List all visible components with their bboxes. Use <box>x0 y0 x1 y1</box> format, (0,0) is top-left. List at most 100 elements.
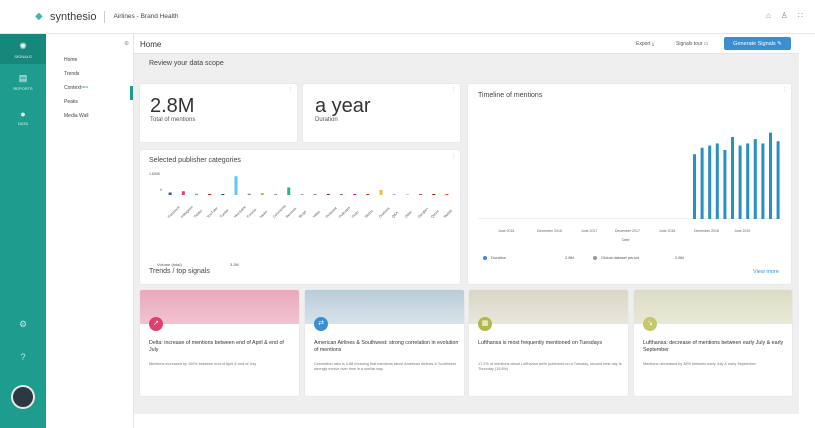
timeline-x-axis-title: Date <box>622 238 630 242</box>
export-button[interactable]: Export ⤓ <box>636 41 654 47</box>
timeline-bar <box>738 145 742 219</box>
publisher-bar <box>405 194 409 195</box>
trend-card-delta[interactable]: ↗ Delta: increase of mentions between en… <box>140 290 299 396</box>
project-title[interactable]: Airlines - Brand Health <box>113 13 178 20</box>
trend-description: 17.2% of mentions about Lufthansa were p… <box>478 362 622 371</box>
subnav-item-media-wall[interactable]: Media Wall <box>64 113 89 119</box>
timeline-x-tick: June 2016 <box>498 229 515 233</box>
timeline-bar <box>708 145 712 219</box>
rail-item-signals[interactable]: ✺ SIGNALS <box>0 34 46 64</box>
publisher-bar <box>221 194 225 195</box>
synthesio-logo-icon: ◆ <box>35 10 43 22</box>
brand-logo[interactable]: ◆ synthesio <box>35 11 96 23</box>
avatar[interactable] <box>11 385 35 409</box>
card-menu-icon[interactable]: ⋮ <box>288 87 293 93</box>
card-menu-icon[interactable]: ⋮ <box>782 87 787 93</box>
card-menu-icon[interactable]: ⋮ <box>451 87 456 93</box>
publisher-categories-card: ⋮ Selected publisher categories 1.600K 0… <box>140 150 460 284</box>
reports-icon: ▤ <box>18 73 28 83</box>
trend-card-decrease[interactable]: ↘ Lufthansa: decrease of mentions betwee… <box>634 290 792 396</box>
timeline-bar <box>746 143 750 219</box>
publisher-bar <box>366 194 370 195</box>
y-axis-zero: 0 <box>160 188 162 192</box>
timeline-x-tick: June 2017 <box>581 229 598 233</box>
card-menu-icon[interactable]: ⋮ <box>451 153 456 159</box>
global-legend-dot <box>593 256 597 260</box>
timeline-bar <box>776 141 780 219</box>
duration-legend-dot <box>483 256 487 260</box>
timeline-bar <box>753 139 757 219</box>
generate-signals-button[interactable]: Generate Signals ✎ <box>724 37 791 50</box>
publisher-x-tick: Forums <box>245 207 257 219</box>
timeline-x-tick: December 2017 <box>615 229 640 233</box>
y-axis-tick: 1.600K <box>149 172 161 176</box>
rail-item-reports[interactable]: ▤ REPORTS <box>0 73 46 91</box>
publisher-bar <box>353 194 357 195</box>
signals-icon: ✺ <box>19 41 27 51</box>
signals-tour-button[interactable]: Signals tour ▭ <box>676 41 709 47</box>
trend-image <box>140 290 299 324</box>
publisher-bar <box>445 194 449 195</box>
user-icon[interactable]: ♙ <box>781 11 788 20</box>
publisher-x-tick: Vkontakte <box>232 204 247 219</box>
publisher-bar <box>419 194 423 195</box>
publisher-bar <box>339 194 343 195</box>
trends-section-title: Trends / top signals <box>149 268 210 275</box>
settings-icon[interactable]: ⚙ <box>0 319 46 330</box>
publisher-x-tick: Q&A <box>390 210 399 219</box>
publisher-x-tick: Quora <box>430 209 440 219</box>
subnav-item-home[interactable]: Home <box>64 57 77 63</box>
top-bar: ◆ synthesio Airlines - Brand Health ⌂ ♙ … <box>0 0 815 34</box>
home-icon[interactable]: ⌂ <box>766 11 771 20</box>
subnav-item-context[interactable]: ContextNEW <box>64 85 88 91</box>
timeline-title: Timeline of mentions <box>478 92 543 99</box>
timeline-bar <box>731 136 734 219</box>
active-indicator <box>130 86 133 100</box>
legend-duration-value: 2.8M <box>565 255 574 260</box>
duration-label: Duration <box>315 117 338 123</box>
trend-card-correlation[interactable]: ⇄ American Airlines & Southwest: strong … <box>305 290 464 396</box>
trend-down-icon: ↘ <box>643 317 657 331</box>
duration-card: ⋮ a year Duration <box>303 84 460 142</box>
publisher-bar <box>208 194 212 195</box>
publisher-x-tick: Facebook <box>166 205 181 219</box>
trend-title: Delta: increase of mentions between end … <box>149 340 284 353</box>
legend-duration: Duration <box>491 255 507 260</box>
publisher-x-tick: Reviews <box>285 206 298 219</box>
rail-item-data[interactable]: ● DATA <box>0 109 46 126</box>
view-more-link[interactable]: View more <box>753 269 779 275</box>
duration-value: a year <box>315 95 371 117</box>
subnav-item-trends[interactable]: Trends <box>64 71 79 77</box>
publisher-categories-title: Selected publisher categories <box>149 157 241 164</box>
trend-image <box>305 290 464 324</box>
volume-value: 3.2M <box>230 262 239 267</box>
publisher-bar <box>247 193 251 195</box>
total-mentions-value: 2.8M <box>150 95 195 117</box>
total-mentions-card: ⋮ 2.8M Total of mentions <box>140 84 297 142</box>
timeline-bar <box>700 147 704 219</box>
trend-description: Correlation ratio is 0.88 meaning that m… <box>314 362 456 371</box>
apps-icon[interactable]: ∷ <box>798 11 803 20</box>
trend-card-weekday[interactable]: ▦ Lufthansa is most frequently mentioned… <box>469 290 628 396</box>
publisher-x-tick: Other <box>403 209 413 219</box>
timeline-bar <box>769 132 772 219</box>
publisher-bar <box>181 191 185 195</box>
subnav-item-peaks[interactable]: Peaks <box>64 99 78 105</box>
publisher-x-tick: Tumblr <box>219 208 230 219</box>
trend-image <box>634 290 792 324</box>
legend-global-value: 2.8M <box>675 255 684 260</box>
publisher-x-tick: Podcasts <box>338 205 352 219</box>
timeline-x-tick: December 2016 <box>537 229 562 233</box>
trend-title: American Airlines & Southwest: strong co… <box>314 340 459 353</box>
collapse-icon[interactable]: ⊕ <box>124 40 129 47</box>
help-icon[interactable]: ? <box>0 352 46 362</box>
publisher-x-tick: Twitter <box>193 208 204 219</box>
publisher-bar <box>379 190 383 195</box>
trend-description: Mentions decreased by 38% between early … <box>643 362 756 366</box>
publisher-x-tick: Google+ <box>417 206 430 219</box>
page-title: Home <box>140 40 162 49</box>
publisher-bar <box>194 193 198 195</box>
trend-description: Mentions increased by 100% between end o… <box>149 362 257 366</box>
timeline-bar <box>723 149 727 219</box>
publisher-x-tick: Blogs <box>298 209 308 219</box>
